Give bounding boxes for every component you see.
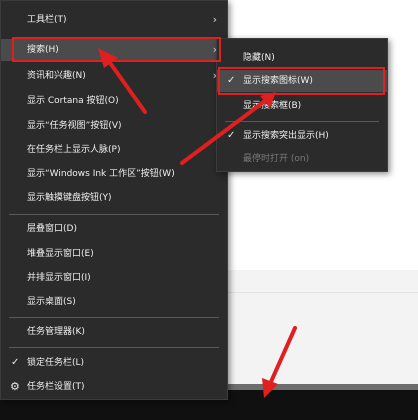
arrow-to-taskbar <box>262 326 297 398</box>
arrow-to-show-search-icon <box>180 92 276 165</box>
annotation-arrows <box>98 48 297 398</box>
arrow-to-search <box>98 48 147 114</box>
